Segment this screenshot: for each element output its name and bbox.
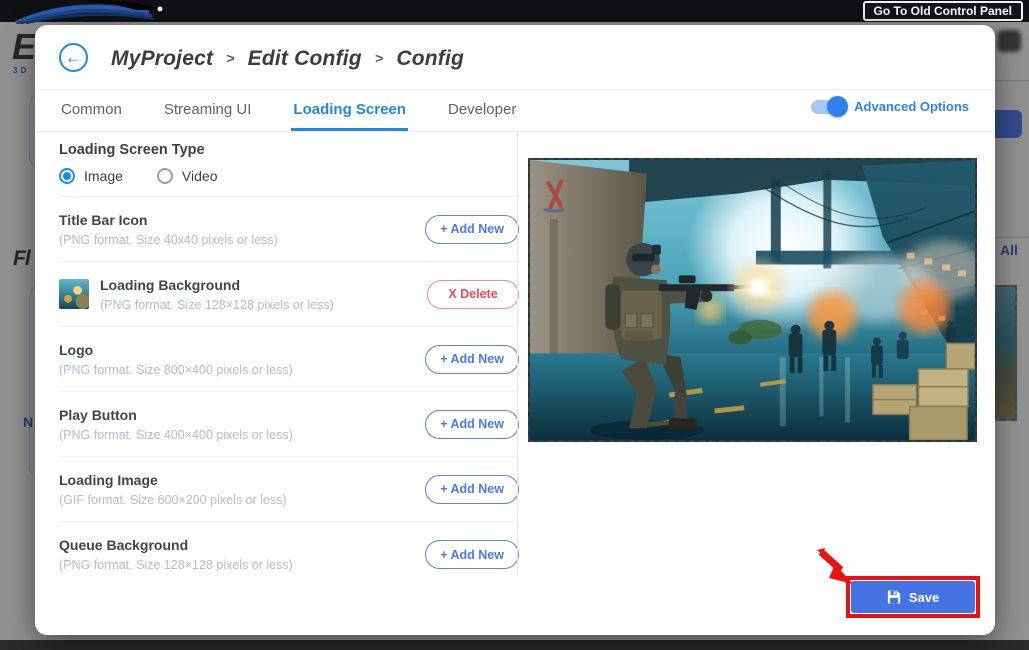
annotation-arrow-icon	[811, 546, 855, 586]
tab-common[interactable]: Common	[59, 90, 124, 131]
go-to-old-control-panel-button[interactable]: Go To Old Control Panel	[863, 1, 1023, 21]
asset-subtitle: (GIF format. Size 600×200 pixels or less…	[59, 493, 287, 507]
combat-scene-illustration	[530, 160, 975, 440]
asset-subtitle: (PNG format. Size 400×400 pixels or less…	[59, 428, 293, 442]
add-new-button[interactable]: + Add New	[425, 215, 519, 244]
back-button[interactable]: ←	[59, 43, 88, 72]
add-new-button[interactable]: + Add New	[425, 475, 519, 504]
advanced-options-control: Advanced Options	[811, 99, 969, 114]
eagle-logo-icon	[14, 0, 174, 24]
asset-title: Loading Background	[100, 277, 334, 293]
breadcrumb-separator: >	[226, 50, 234, 66]
advanced-options-label: Advanced Options	[854, 99, 969, 114]
toggle-knob	[827, 96, 848, 117]
asset-subtitle: (PNG format. Size 800×400 pixels or less…	[59, 363, 293, 377]
add-new-button[interactable]: + Add New	[425, 345, 519, 374]
asset-row-logo: Logo (PNG format. Size 800×400 pixels or…	[59, 327, 519, 392]
asset-row-loading-background: Loading Background (PNG format. Size 128…	[59, 262, 519, 327]
tab-developer[interactable]: Developer	[446, 90, 518, 131]
asset-row-play-button: Play Button (PNG format. Size 400×400 pi…	[59, 392, 519, 457]
radio-option-video[interactable]: Video	[157, 168, 218, 184]
radio-video-label: Video	[182, 168, 218, 184]
breadcrumb: MyProject > Edit Config > Config	[111, 47, 464, 71]
save-button[interactable]: Save	[851, 581, 975, 613]
breadcrumb-project[interactable]: MyProject	[111, 47, 213, 70]
asset-row-loading-image: Loading Image (GIF format. Size 600×200 …	[59, 457, 519, 522]
breadcrumb-separator: >	[375, 50, 383, 66]
asset-subtitle: (PNG format. Size 128×128 pixels or less…	[59, 558, 293, 572]
asset-row-queue-background: Queue Background (PNG format. Size 128×1…	[59, 522, 519, 587]
loading-screen-type-label: Loading Screen Type	[59, 142, 519, 158]
asset-title: Play Button	[59, 407, 293, 423]
tab-loading-screen[interactable]: Loading Screen	[291, 90, 408, 131]
column-divider	[517, 131, 518, 575]
asset-subtitle: (PNG format. Size 128×128 pixels or less…	[100, 298, 334, 312]
save-highlight-box: Save	[846, 576, 980, 618]
breadcrumb-config: Config	[396, 47, 464, 70]
save-icon	[887, 590, 901, 604]
loading-screen-type-section: Loading Screen Type Image Video	[59, 131, 519, 197]
radio-image-label: Image	[84, 168, 123, 184]
asset-title: Loading Image	[59, 472, 287, 488]
breadcrumb-edit-config[interactable]: Edit Config	[248, 47, 362, 70]
top-navbar: Go To Old Control Panel	[0, 0, 1029, 22]
loading-screen-type-options: Image Video	[59, 168, 519, 184]
radio-unselected-icon[interactable]	[157, 168, 173, 184]
delete-button[interactable]: X Delete	[427, 280, 519, 309]
radio-option-image[interactable]: Image	[59, 168, 123, 184]
asset-title: Logo	[59, 342, 293, 358]
asset-subtitle: (PNG format. Size 40x40 pixels or less)	[59, 233, 278, 247]
asset-row-title-bar-icon: Title Bar Icon (PNG format. Size 40x40 p…	[59, 197, 519, 262]
asset-title: Queue Background	[59, 537, 293, 553]
tab-streaming-ui[interactable]: Streaming UI	[162, 90, 254, 131]
asset-title: Title Bar Icon	[59, 212, 278, 228]
loading-background-preview-image	[528, 158, 977, 442]
radio-selected-icon[interactable]	[59, 168, 75, 184]
back-arrow-icon: ←	[65, 48, 82, 68]
tab-bar: Common Streaming UI Loading Screen Devel…	[59, 90, 518, 131]
advanced-options-toggle[interactable]	[811, 100, 845, 114]
edit-config-modal: ← MyProject > Edit Config > Config Commo…	[35, 25, 995, 635]
loading-background-thumbnail	[59, 279, 89, 309]
save-button-label: Save	[909, 590, 939, 605]
asset-list: Loading Screen Type Image Video Title Ba…	[59, 131, 519, 587]
page: E 3D Fl N All Go To Old Control Panel ← …	[0, 0, 1029, 650]
add-new-button[interactable]: + Add New	[425, 540, 519, 569]
add-new-button[interactable]: + Add New	[425, 410, 519, 439]
